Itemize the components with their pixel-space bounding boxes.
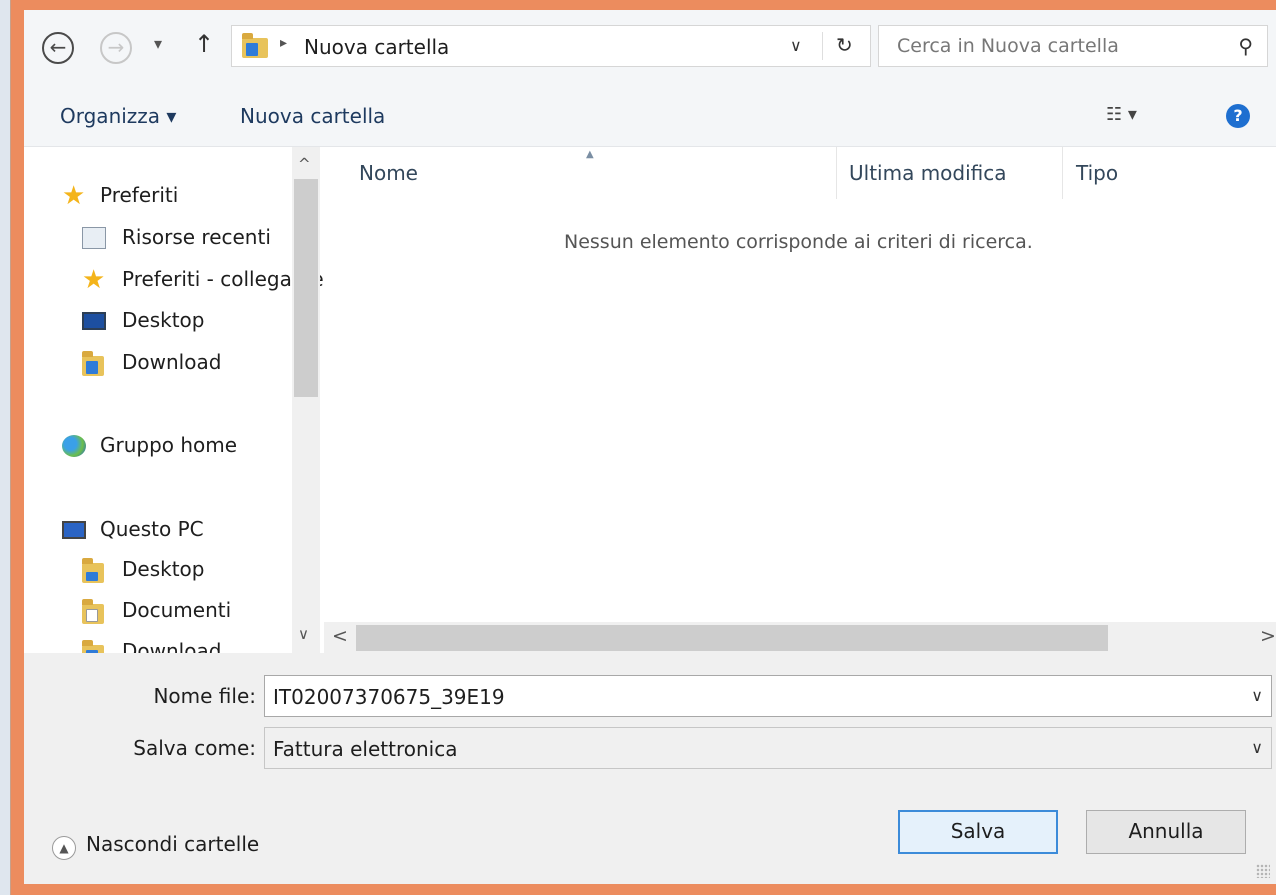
download-folder-icon <box>82 640 104 653</box>
save-as-dialog: ← → ▾ ↑ ▸ Nuova cartella ∨ ↻ Cerca in Nu… <box>24 10 1276 884</box>
resize-grip[interactable] <box>1256 864 1270 878</box>
file-list[interactable]: ▲ Nome Ultima modifica Tipo Nessun eleme… <box>324 147 1276 653</box>
save-type-value: Fattura elettronica <box>273 737 458 761</box>
nav-item-this-pc[interactable]: Questo PC <box>24 513 294 547</box>
save-type-select[interactable]: Fattura elettronica ∨ <box>264 727 1272 769</box>
desktop-icon <box>82 312 106 330</box>
command-toolbar <box>24 84 1276 147</box>
nav-item-favorite-links[interactable]: ★ Preferiti - collegamenti <box>24 263 324 297</box>
nav-item-download[interactable]: Download <box>24 346 294 380</box>
nav-item-recent-places[interactable]: Risorse recenti <box>24 221 294 255</box>
scroll-right-icon[interactable]: > <box>1260 625 1276 647</box>
nav-item-label: Questo PC <box>100 517 204 541</box>
cancel-button[interactable]: Annulla <box>1086 810 1246 854</box>
recent-locations-button[interactable]: ▾ <box>154 34 162 53</box>
horizontal-scroll-thumb[interactable] <box>356 625 1108 651</box>
chevron-down-icon[interactable]: ∨ <box>1251 686 1263 705</box>
path-divider <box>822 32 823 60</box>
help-icon[interactable]: ? <box>1226 104 1250 128</box>
nav-item-pc-download[interactable]: Download <box>24 635 294 653</box>
back-button[interactable]: ← <box>42 32 74 64</box>
new-folder-button[interactable]: Nuova cartella <box>240 104 385 128</box>
column-separator <box>836 147 837 199</box>
path-folder-segment[interactable]: Nuova cartella <box>304 35 449 59</box>
save-type-label: Salva come: <box>133 736 256 760</box>
nav-item-label: Documenti <box>122 598 232 622</box>
address-path-box[interactable]: ▸ Nuova cartella ∨ ↻ <box>231 25 871 67</box>
search-placeholder: Cerca in Nuova cartella <box>897 35 1119 57</box>
filename-value: IT02007370675_39E19 <box>273 685 505 709</box>
column-header-name[interactable]: Nome <box>359 161 418 185</box>
view-options-icon[interactable]: ☷ ▾ <box>1106 104 1137 125</box>
organize-button[interactable]: Organizza ▾ <box>60 104 176 128</box>
desktop-folder-icon <box>82 558 104 583</box>
search-input[interactable]: Cerca in Nuova cartella ⚲ <box>878 25 1268 67</box>
up-button[interactable]: ↑ <box>194 30 214 58</box>
documents-folder-icon <box>82 599 104 624</box>
hide-glyph: ▲ <box>59 841 69 855</box>
search-icon[interactable]: ⚲ <box>1238 34 1253 58</box>
nav-item-documents[interactable]: Documenti <box>24 594 294 628</box>
nav-item-pc-desktop[interactable]: Desktop <box>24 553 294 587</box>
nav-item-label: Download <box>122 639 222 653</box>
nav-item-favorites[interactable]: ★ Preferiti <box>24 179 294 213</box>
nav-item-label: Desktop <box>122 557 205 581</box>
hide-folders-icon[interactable]: ▲ <box>52 836 76 860</box>
star-icon: ★ <box>62 181 86 211</box>
filename-input[interactable]: IT02007370675_39E19 ∨ <box>264 675 1272 717</box>
download-folder-icon <box>82 351 104 376</box>
sort-ascending-icon: ▲ <box>586 149 594 160</box>
forward-button[interactable]: → <box>100 32 132 64</box>
nav-item-label: Desktop <box>122 308 205 332</box>
column-header-type[interactable]: Tipo <box>1076 161 1118 185</box>
vertical-scroll-thumb[interactable] <box>294 179 318 397</box>
nav-item-label: Preferiti <box>100 183 179 207</box>
chevron-down-icon: ▾ <box>154 34 163 53</box>
recent-places-icon <box>82 227 106 249</box>
nav-item-label: Gruppo home <box>100 433 238 457</box>
nav-item-label: Risorse recenti <box>122 225 271 249</box>
path-dropdown-icon[interactable]: ∨ <box>790 36 802 55</box>
column-separator <box>1062 147 1063 199</box>
path-separator-icon: ▸ <box>280 35 288 51</box>
homegroup-icon <box>62 435 86 457</box>
nav-item-desktop[interactable]: Desktop <box>24 304 294 338</box>
up-arrow-icon: ↑ <box>194 30 215 58</box>
chevron-down-icon[interactable]: ∨ <box>1251 738 1263 757</box>
background-window-edge <box>0 0 11 895</box>
hide-folders-button[interactable]: Nascondi cartelle <box>86 832 259 856</box>
file-list-horizontal-scrollbar[interactable]: < > <box>324 622 1276 653</box>
folder-icon <box>242 33 268 58</box>
refresh-icon[interactable]: ↻ <box>836 33 853 57</box>
empty-folder-message: Nessun elemento corrisponde ai criteri d… <box>564 231 1033 253</box>
forward-arrow-icon: → <box>107 35 125 59</box>
back-arrow-icon: ← <box>49 35 67 59</box>
nav-item-homegroup[interactable]: Gruppo home <box>24 429 294 463</box>
column-header-modified[interactable]: Ultima modifica <box>849 161 1007 185</box>
star-icon: ★ <box>82 265 106 295</box>
nav-item-label: Download <box>122 350 222 374</box>
computer-icon <box>62 521 86 539</box>
scroll-up-icon[interactable]: ^ <box>298 155 311 173</box>
filename-label: Nome file: <box>153 684 256 708</box>
scroll-down-icon[interactable]: ∨ <box>298 625 309 643</box>
scroll-left-icon[interactable]: < <box>332 625 348 647</box>
help-glyph: ? <box>1233 106 1243 125</box>
save-button[interactable]: Salva <box>898 810 1058 854</box>
navigation-vertical-scrollbar[interactable]: ^ ∨ <box>292 147 320 653</box>
navigation-pane: ★ Preferiti Risorse recenti ★ Preferiti … <box>24 147 324 653</box>
